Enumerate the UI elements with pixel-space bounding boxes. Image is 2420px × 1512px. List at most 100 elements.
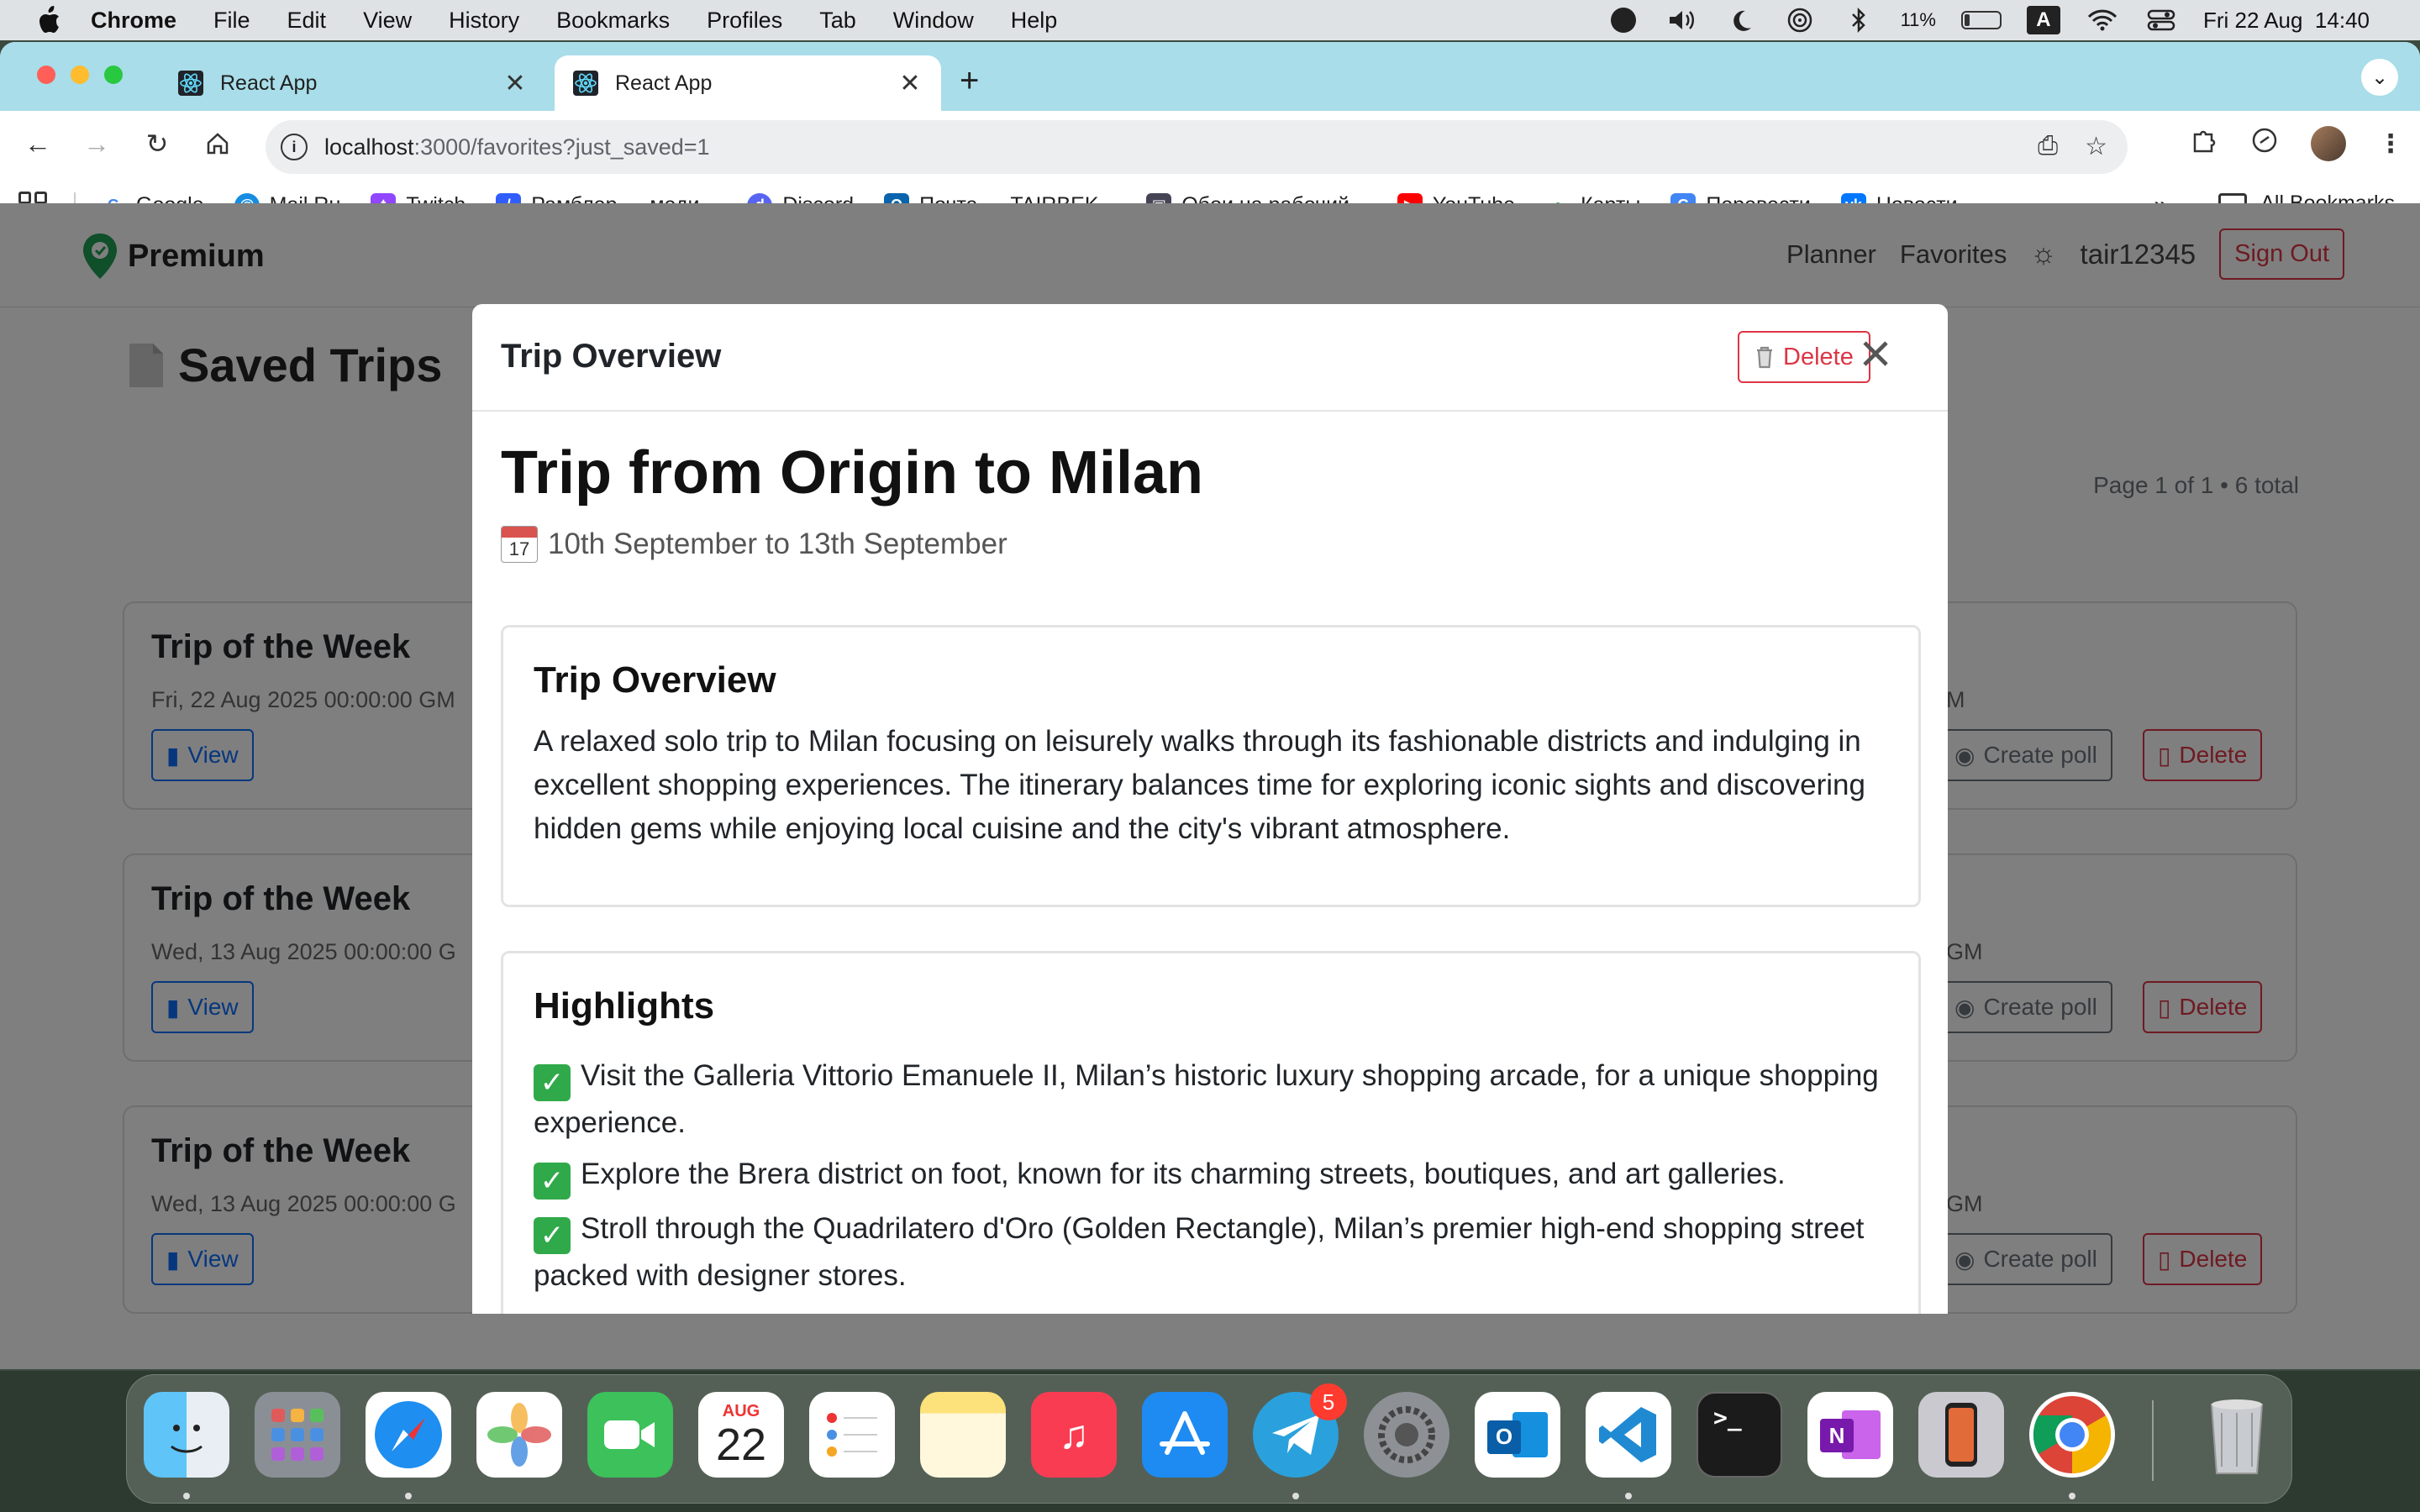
notes-icon[interactable] <box>920 1392 1006 1478</box>
list-item: ✓ Visit the Galleria Vittorio Emanuele II… <box>534 1054 1895 1145</box>
minimize-window-button[interactable] <box>71 66 89 84</box>
battery-icon[interactable] <box>1960 11 2002 29</box>
music-icon[interactable]: ♫ <box>1031 1392 1117 1478</box>
menu-help[interactable]: Help <box>1011 8 1058 34</box>
dock-calendar-day: 22 <box>715 1419 767 1470</box>
photos-icon[interactable] <box>476 1392 562 1478</box>
menu-history[interactable]: History <box>449 8 519 34</box>
outlook-app-icon[interactable]: O <box>1475 1392 1560 1478</box>
modal-title: Trip Overview <box>501 338 722 375</box>
tab-strip: React App ✕ React App ✕ + ⌄ <box>0 42 2420 111</box>
highlight-text: Stroll through the Quadrilatero d'Oro (G… <box>534 1212 1865 1292</box>
highlight-text: Visit the Galleria Vittorio Emanuele II,… <box>534 1059 1879 1139</box>
dock-running-indicator <box>405 1493 412 1499</box>
home-icon[interactable] <box>200 126 235 161</box>
macos-dock: AUG 22 ♫ 5 O >_ N <box>126 1374 2292 1504</box>
volume-icon[interactable] <box>1665 3 1699 37</box>
close-tab-icon[interactable]: ✕ <box>502 69 528 98</box>
launchpad-icon[interactable] <box>255 1392 340 1478</box>
url-host: localhost <box>324 134 414 160</box>
trip-dates-text: 10th September to 13th September <box>548 528 1007 560</box>
install-app-icon[interactable]: ⎙ <box>2038 132 2058 161</box>
reload-icon[interactable]: ↻ <box>139 126 175 161</box>
terminal-icon[interactable]: >_ <box>1697 1392 1782 1478</box>
app-store-icon[interactable] <box>1142 1392 1228 1478</box>
close-tab-icon[interactable]: ✕ <box>897 69 923 98</box>
control-center-icon[interactable] <box>2144 3 2178 37</box>
window-controls <box>37 66 123 84</box>
address-bar[interactable]: i localhost :3000/favorites?just_saved=1… <box>266 120 2128 174</box>
overview-text: A relaxed solo trip to Milan focusing on… <box>534 725 1865 845</box>
menubar-clock[interactable]: Fri 22 Aug 14:40 <box>2203 8 2370 34</box>
facetime-icon[interactable] <box>587 1392 673 1478</box>
browser-tab[interactable]: React App ✕ <box>160 55 546 111</box>
menu-view[interactable]: View <box>363 8 412 34</box>
svg-text:N: N <box>1829 1423 1845 1448</box>
trash-bin-icon[interactable] <box>2194 1392 2280 1478</box>
zoom-window-button[interactable] <box>104 66 123 84</box>
iphone-mirroring-icon[interactable] <box>1918 1392 2004 1478</box>
menu-window[interactable]: Window <box>893 8 974 34</box>
input-source[interactable]: A <box>2026 6 2060 34</box>
trip-overview-modal: Trip Overview Delete × Trip from Origin … <box>472 304 1948 1314</box>
vscode-icon[interactable] <box>1586 1392 1671 1478</box>
bluetooth-icon[interactable] <box>1842 3 1876 37</box>
modal-close-icon[interactable]: × <box>1844 321 1907 385</box>
safari-icon[interactable] <box>366 1392 451 1478</box>
highlights-heading: Highlights <box>534 985 715 1026</box>
reminders-icon[interactable] <box>809 1392 895 1478</box>
highlights-list: ✓ Visit the Galleria Vittorio Emanuele II… <box>534 1054 1895 1305</box>
creative-cloud-icon[interactable] <box>1607 3 1640 37</box>
system-settings-gear-icon[interactable] <box>1364 1392 1449 1478</box>
highlights-section: Highlights ✓ Visit the Galleria Vittorio … <box>501 951 1921 1314</box>
react-favicon-icon <box>573 71 598 96</box>
dock-running-indicator <box>1625 1493 1632 1499</box>
dock-calendar-month: AUG <box>722 1401 760 1420</box>
forward-arrow-icon[interactable]: → <box>79 126 114 161</box>
tab-search-chevron-icon[interactable]: ⌄ <box>2361 59 2398 96</box>
wifi-icon[interactable] <box>2086 3 2119 37</box>
apple-menu-icon[interactable] <box>32 3 66 37</box>
trip-overview-section: Trip Overview A relaxed solo trip to Mil… <box>501 625 1921 907</box>
modal-header: Trip Overview Delete × <box>472 304 1948 412</box>
menu-app-name[interactable]: Chrome <box>91 8 176 34</box>
menu-bookmarks[interactable]: Bookmarks <box>556 8 670 34</box>
battery-percent: 11% <box>1900 9 1936 30</box>
menu-tab[interactable]: Tab <box>819 8 856 34</box>
check-mark-icon: ✓ <box>534 1064 571 1101</box>
bookmark-star-icon[interactable]: ☆ <box>2085 132 2107 161</box>
extension-icon[interactable] <box>2250 126 2279 161</box>
extensions-puzzle-icon[interactable] <box>2190 126 2218 161</box>
trip-title: Trip from Origin to Milan <box>501 439 1203 507</box>
browser-tab-active[interactable]: React App ✕ <box>555 55 941 111</box>
back-arrow-icon[interactable]: ← <box>20 126 55 161</box>
trip-dates: 17 10th September to 13th September <box>501 526 1007 563</box>
calendar-app-icon[interactable]: AUG 22 <box>698 1392 784 1478</box>
calendar-icon-day: 17 <box>508 538 530 559</box>
check-mark-icon: ✓ <box>534 1217 571 1254</box>
tab-title: React App <box>220 71 318 95</box>
macos-menubar: Chrome File Edit View History Bookmarks … <box>0 0 2420 40</box>
new-tab-button[interactable]: + <box>960 64 979 97</box>
list-item: ✓ Explore the Brera district on foot, kno… <box>534 1152 1895 1200</box>
menu-file[interactable]: File <box>213 8 250 34</box>
telegram-badge: 5 <box>1310 1383 1347 1420</box>
chrome-menu-icon[interactable]: ⋮ <box>2378 129 2403 159</box>
list-item: ✓ Stroll through the Quadrilatero d'Oro (… <box>534 1207 1895 1298</box>
menu-profiles[interactable]: Profiles <box>707 8 782 34</box>
chrome-app-icon[interactable] <box>2029 1392 2115 1478</box>
trash-icon <box>1757 346 1772 369</box>
site-info-icon[interactable]: i <box>281 134 308 160</box>
calendar-icon: 17 <box>501 526 538 563</box>
onenote-icon[interactable]: N <box>1807 1392 1893 1478</box>
airdrop-icon[interactable] <box>1783 3 1817 37</box>
menu-edit[interactable]: Edit <box>287 8 327 34</box>
profile-avatar[interactable] <box>2311 126 2346 161</box>
dock-running-indicator <box>183 1493 190 1499</box>
finder-icon[interactable] <box>144 1392 229 1478</box>
url-path: :3000/favorites?just_saved=1 <box>413 134 710 160</box>
dock-running-indicator <box>1292 1493 1299 1499</box>
highlight-text: Explore the Brera district on foot, know… <box>581 1158 1786 1190</box>
close-window-button[interactable] <box>37 66 55 84</box>
focus-moon-icon[interactable] <box>1724 3 1758 37</box>
